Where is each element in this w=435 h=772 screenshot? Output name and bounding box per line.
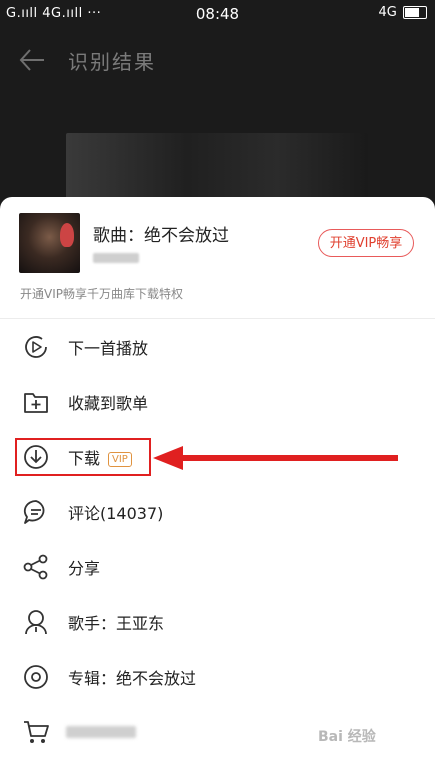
network-label: 4G (378, 5, 397, 20)
menu-label: 评论(14037) (68, 504, 164, 523)
song-cover-image (19, 213, 80, 273)
vip-note: 开通VIP畅享千万曲库下载特权 (20, 287, 183, 301)
menu-label: 下一首播放 (68, 339, 149, 358)
menu-item-play-next[interactable]: 下一首播放 (0, 319, 435, 374)
song-action-sheet: 歌曲：绝不会放过 开通VIP畅享 开通VIP畅享千万曲库下载特权 下一首播放 收… (0, 197, 435, 772)
menu-item-share[interactable]: 分享 (0, 539, 435, 594)
page-header: 识别结果 (0, 28, 435, 92)
status-time: 08:48 (195, 5, 240, 23)
album-icon (24, 665, 48, 689)
status-right: 4G (378, 5, 427, 20)
menu-label: 分享 (68, 559, 101, 578)
status-bar: G.ııll 4G.ııll ··· 08:48 4G (0, 0, 435, 28)
battery-icon (403, 6, 427, 19)
play-next-icon (25, 336, 47, 358)
menu-item-album[interactable]: 专辑：绝不会放过 (0, 649, 435, 704)
comment-icon (23, 500, 45, 524)
add-to-playlist-icon (24, 393, 48, 413)
singer-icon (25, 610, 47, 635)
menu-label-blurred (66, 726, 136, 738)
menu-label: 歌手：王亚东 (68, 614, 165, 633)
menu-item-comment[interactable]: 评论(14037) (0, 484, 435, 539)
pointer-arrow-icon (153, 446, 398, 470)
download-highlight-box (15, 438, 151, 476)
song-artist-blurred (93, 253, 139, 263)
share-icon (23, 554, 48, 580)
menu-label: 收藏到歌单 (68, 394, 149, 413)
menu-item-add-to-playlist[interactable]: 收藏到歌单 (0, 374, 435, 429)
baidu-watermark: Bai 经验 (318, 729, 376, 745)
menu-label: 专辑：绝不会放过 (68, 669, 197, 688)
back-arrow-icon[interactable] (18, 46, 46, 74)
menu-item-singer[interactable]: 歌手：王亚东 (0, 594, 435, 649)
page-title: 识别结果 (68, 50, 156, 74)
cart-icon (24, 721, 49, 743)
song-title: 歌曲：绝不会放过 (93, 226, 229, 246)
open-vip-button[interactable]: 开通VIP畅享 (318, 229, 414, 257)
